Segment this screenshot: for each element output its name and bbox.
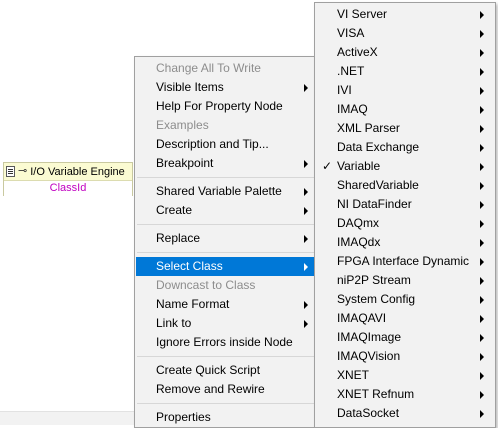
menu-item-replace[interactable]: Replace <box>136 229 318 248</box>
submenu-arrow-icon <box>480 334 484 342</box>
class-item-ni-datafinder[interactable]: NI DataFinder <box>316 195 494 214</box>
menu-item-downcast-to-class: Downcast to Class <box>156 278 256 292</box>
class-item-imaqavi[interactable]: IMAQAVI <box>316 309 494 328</box>
class-item-xml-parser[interactable]: XML Parser <box>316 119 494 138</box>
submenu-arrow-icon <box>304 320 308 328</box>
submenu-arrow-icon <box>304 188 308 196</box>
class-item-imaqvision[interactable]: IMAQVision <box>316 347 494 366</box>
property-node-title: I/O Variable Engine <box>30 165 125 178</box>
class-item-data-exchange[interactable]: Data Exchange <box>316 138 494 157</box>
menu-item-create-quick-script[interactable]: Create Quick Script <box>136 361 318 380</box>
class-item-nip2p-stream[interactable]: niP2P Stream <box>316 271 494 290</box>
submenu-arrow-icon <box>480 410 484 418</box>
class-item-variable[interactable]: ✓ Variable <box>316 157 494 176</box>
submenu-arrow-icon <box>304 235 308 243</box>
menu-item-select-class[interactable]: Select Class <box>136 257 318 276</box>
submenu-arrow-icon <box>480 144 484 152</box>
submenu-arrow-icon <box>480 391 484 399</box>
class-item-activex[interactable]: ActiveX <box>316 43 494 62</box>
submenu-arrow-icon <box>480 220 484 228</box>
submenu-arrow-icon <box>304 263 308 271</box>
class-item-datasocket[interactable]: DataSocket <box>316 404 494 423</box>
submenu-arrow-icon <box>480 201 484 209</box>
class-item-daqmx[interactable]: DAQmx <box>316 214 494 233</box>
class-item-visa[interactable]: VISA <box>316 24 494 43</box>
menu-item-create[interactable]: Create <box>136 201 318 220</box>
submenu-arrow-icon <box>480 125 484 133</box>
submenu-arrow-icon <box>480 182 484 190</box>
class-item-imaqdx[interactable]: IMAQdx <box>316 233 494 252</box>
menu-item-breakpoint[interactable]: Breakpoint <box>136 154 318 173</box>
class-item-xnet[interactable]: XNET <box>316 366 494 385</box>
submenu-arrow-icon <box>480 30 484 38</box>
menu-separator <box>137 177 317 178</box>
submenu-arrow-icon <box>304 160 308 168</box>
class-item-dotnet[interactable]: .NET <box>316 62 494 81</box>
submenu-arrow-icon <box>480 296 484 304</box>
submenu-arrow-icon <box>480 68 484 76</box>
submenu-arrow-icon <box>304 207 308 215</box>
submenu-arrow-icon <box>480 49 484 57</box>
property-node[interactable]: ⊸ I/O Variable Engine ClassId <box>3 162 133 196</box>
class-item-ivi[interactable]: IVI <box>316 81 494 100</box>
menu-separator <box>137 224 317 225</box>
select-class-submenu: VI Server VISA ActiveX .NET IVI IMAQ XML… <box>314 2 496 428</box>
reference-wire-icon: ⊸ <box>18 165 28 177</box>
submenu-arrow-icon <box>480 277 484 285</box>
class-item-imaq[interactable]: IMAQ <box>316 100 494 119</box>
class-item-vi-server[interactable]: VI Server <box>316 5 494 24</box>
checkmark-icon: ✓ <box>322 159 333 173</box>
menu-separator <box>137 356 317 357</box>
submenu-arrow-icon <box>304 301 308 309</box>
context-menu: Change All To Write Visible Items Help F… <box>134 56 320 428</box>
submenu-arrow-icon <box>480 353 484 361</box>
menu-separator <box>137 252 317 253</box>
menu-item-change-all-to-write: Change All To Write <box>156 61 261 75</box>
class-item-system-config[interactable]: System Config <box>316 290 494 309</box>
submenu-arrow-icon <box>480 11 484 19</box>
class-item-imaqimage[interactable]: IMAQImage <box>316 328 494 347</box>
submenu-arrow-icon <box>480 239 484 247</box>
menu-item-examples: Examples <box>156 118 209 132</box>
menu-item-ignore-errors-inside-node[interactable]: Ignore Errors inside Node <box>136 333 318 352</box>
menu-item-shared-variable-palette[interactable]: Shared Variable Palette <box>136 182 318 201</box>
submenu-arrow-icon <box>480 106 484 114</box>
diagram-scroll-strip <box>0 411 134 425</box>
submenu-arrow-icon <box>480 372 484 380</box>
submenu-arrow-icon <box>480 315 484 323</box>
property-node-header[interactable]: ⊸ I/O Variable Engine <box>4 163 132 181</box>
submenu-arrow-icon <box>480 258 484 266</box>
class-item-xnet-refnum[interactable]: XNET Refnum <box>316 385 494 404</box>
property-node-property[interactable]: ClassId <box>4 181 132 196</box>
menu-separator <box>137 403 317 404</box>
submenu-arrow-icon <box>480 87 484 95</box>
menu-item-link-to[interactable]: Link to <box>136 314 318 333</box>
menu-item-properties[interactable]: Properties <box>136 408 318 427</box>
class-item-fpga-interface-dynamic[interactable]: FPGA Interface Dynamic <box>316 252 494 271</box>
menu-item-help-for-property-node[interactable]: Help For Property Node <box>136 97 318 116</box>
menu-item-remove-and-rewire[interactable]: Remove and Rewire <box>136 380 318 399</box>
menu-item-description-and-tip[interactable]: Description and Tip... <box>136 135 318 154</box>
submenu-arrow-icon <box>480 163 484 171</box>
menu-item-visible-items[interactable]: Visible Items <box>136 78 318 97</box>
property-node-icon <box>6 166 15 177</box>
submenu-arrow-icon <box>304 84 308 92</box>
class-item-sharedvariable[interactable]: SharedVariable <box>316 176 494 195</box>
menu-item-name-format[interactable]: Name Format <box>136 295 318 314</box>
